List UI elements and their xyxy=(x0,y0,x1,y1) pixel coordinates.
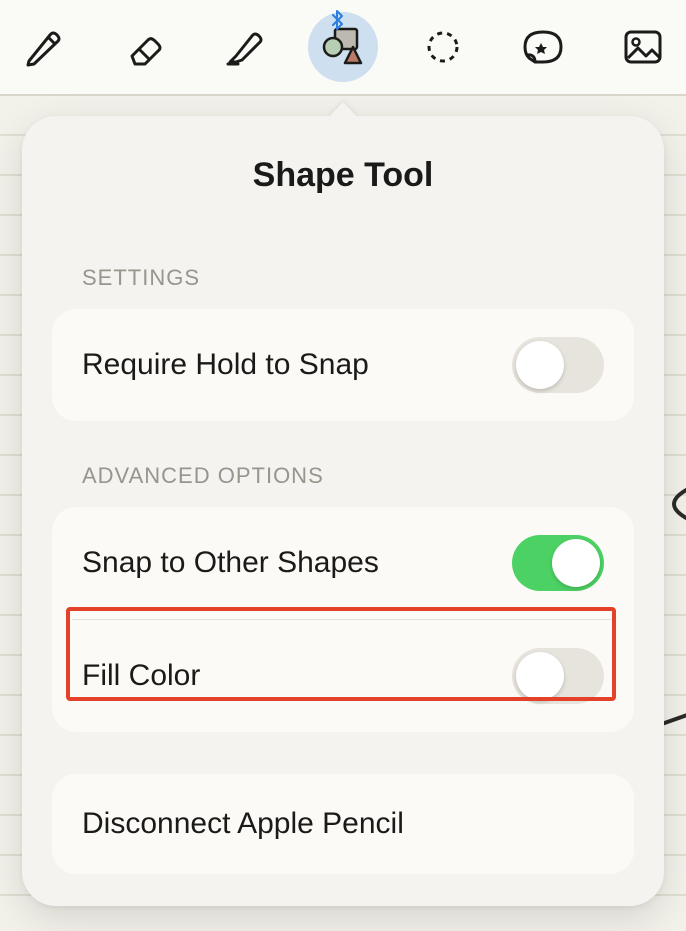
fill-color-toggle[interactable] xyxy=(512,648,604,704)
image-tool[interactable] xyxy=(608,12,678,82)
shape-tool[interactable] xyxy=(308,12,378,82)
eraser-tool-icon xyxy=(122,26,164,68)
advanced-card: Snap to Other Shapes Fill Color xyxy=(52,507,634,732)
advanced-section-header: ADVANCED OPTIONS xyxy=(82,463,634,489)
pencil-card: Disconnect Apple Pencil xyxy=(52,774,634,874)
settings-section-header: SETTINGS xyxy=(82,265,634,291)
eraser-tool[interactable] xyxy=(108,12,178,82)
require-hold-toggle[interactable] xyxy=(512,337,604,393)
require-hold-row[interactable]: Require Hold to Snap xyxy=(52,309,634,421)
require-hold-label: Require Hold to Snap xyxy=(82,348,369,382)
snap-shapes-row[interactable]: Snap to Other Shapes xyxy=(52,507,634,619)
sticker-tool-icon xyxy=(521,28,565,66)
disconnect-pencil-row[interactable]: Disconnect Apple Pencil xyxy=(52,774,634,874)
fill-color-row[interactable]: Fill Color xyxy=(72,619,614,732)
pen-tool-icon xyxy=(22,26,64,68)
popover-arrow xyxy=(328,102,358,118)
pen-tool[interactable] xyxy=(8,12,78,82)
toolbar xyxy=(0,0,686,96)
snap-shapes-label: Snap to Other Shapes xyxy=(82,546,379,580)
settings-card: Require Hold to Snap xyxy=(52,309,634,421)
shape-tool-popover: Shape Tool SETTINGS Require Hold to Snap… xyxy=(22,116,664,906)
image-tool-icon xyxy=(622,28,664,66)
highlighter-tool-icon xyxy=(222,26,264,68)
sticker-tool[interactable] xyxy=(508,12,578,82)
disconnect-pencil-label: Disconnect Apple Pencil xyxy=(82,807,404,841)
snap-shapes-toggle[interactable] xyxy=(512,535,604,591)
popover-title: Shape Tool xyxy=(52,156,634,195)
lasso-tool-icon xyxy=(422,26,464,68)
fill-color-label: Fill Color xyxy=(82,659,200,693)
bluetooth-badge-icon xyxy=(330,10,344,35)
highlighter-tool[interactable] xyxy=(208,12,278,82)
lasso-tool[interactable] xyxy=(408,12,478,82)
